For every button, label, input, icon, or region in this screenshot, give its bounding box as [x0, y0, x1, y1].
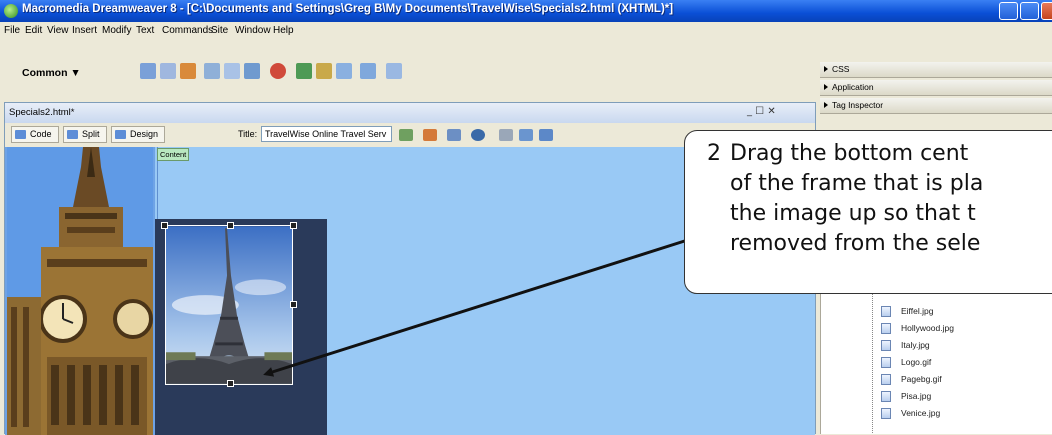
menu-modify[interactable]: Modify: [102, 25, 131, 36]
image-file-icon: [881, 374, 891, 385]
tag-chooser-icon[interactable]: [386, 63, 402, 79]
image-file-icon: [881, 340, 891, 351]
menu-bar: File Edit View Insert Modify Text Comman…: [0, 22, 1052, 40]
layer-icon[interactable]: [224, 63, 240, 79]
date-icon[interactable]: [296, 63, 312, 79]
window-title: Macromedia Dreamweaver 8 - [C:\Documents…: [22, 3, 674, 15]
expand-arrow-icon: [824, 102, 828, 108]
eiffel-tower-image[interactable]: [165, 225, 293, 385]
menu-window[interactable]: Window: [235, 25, 271, 36]
menu-edit[interactable]: Edit: [25, 25, 42, 36]
check-browser-icon[interactable]: [539, 129, 553, 141]
image-file-icon: [881, 357, 891, 368]
image-file-icon: [881, 306, 891, 317]
resize-handle-bottom-center[interactable]: [227, 380, 234, 387]
insert-bar: Common ▼: [0, 40, 820, 100]
callout-line-3: the image up so that t: [730, 201, 976, 226]
document-window-controls[interactable]: _ ☐ ✕: [747, 106, 776, 117]
title-bar: Macromedia Dreamweaver 8 - [C:\Documents…: [0, 0, 1052, 22]
templates-icon[interactable]: [360, 63, 376, 79]
callout-line-1: 2 Drag the bottom cent: [707, 139, 983, 169]
maximize-button[interactable]: [1020, 2, 1039, 20]
resize-handle-middle-right[interactable]: [290, 301, 297, 308]
callout-text: 2 Drag the bottom cent of the frame that …: [707, 139, 983, 259]
callout-line-4: removed from the sele: [730, 231, 981, 256]
panel-tag-inspector[interactable]: Tag Inspector: [820, 98, 1052, 114]
callout-line-2: of the frame that is pla: [730, 171, 984, 196]
resize-handle-top-left[interactable]: [161, 222, 168, 229]
menu-file[interactable]: File: [4, 25, 20, 36]
named-anchor-icon[interactable]: [180, 63, 196, 79]
document-tab[interactable]: Specials2.html*: [9, 107, 74, 118]
hyperlink-icon[interactable]: [140, 63, 156, 79]
close-button[interactable]: [1041, 2, 1052, 20]
split-view-button[interactable]: Split: [63, 126, 107, 143]
insert-category-dropdown[interactable]: Common ▼: [22, 67, 81, 79]
document-tab-bar: Specials2.html* _ ☐ ✕: [5, 103, 815, 123]
view-options-icon[interactable]: [471, 129, 485, 141]
split-icon: [67, 130, 78, 139]
menu-commands[interactable]: Commands: [162, 25, 213, 36]
panel-application[interactable]: Application: [820, 80, 1052, 96]
comment-icon[interactable]: [336, 63, 352, 79]
instruction-callout: 2 Drag the bottom cent of the frame that …: [684, 130, 1052, 294]
image-file-icon: [881, 391, 891, 402]
validate-markup-icon[interactable]: [519, 129, 533, 141]
page-title-input[interactable]: TravelWise Online Travel Serv: [261, 126, 392, 142]
menu-insert[interactable]: Insert: [72, 25, 97, 36]
preview-in-browser-icon[interactable]: [423, 129, 437, 141]
content-region-label: Content: [157, 148, 190, 161]
menu-text[interactable]: Text: [136, 25, 154, 36]
step-number: 2: [707, 141, 721, 166]
media-icon[interactable]: [270, 63, 286, 79]
email-link-icon[interactable]: [160, 63, 176, 79]
table-icon[interactable]: [204, 63, 220, 79]
menu-help[interactable]: Help: [273, 25, 294, 36]
visual-aids-icon[interactable]: [499, 129, 513, 141]
resize-handle-top-center[interactable]: [227, 222, 234, 229]
panel-css[interactable]: CSS: [820, 62, 1052, 78]
code-view-button[interactable]: Code: [11, 126, 59, 143]
title-label: Title:: [238, 129, 258, 139]
design-view-button[interactable]: Design: [111, 126, 165, 143]
expand-arrow-icon: [824, 66, 828, 72]
image-icon[interactable]: [244, 63, 260, 79]
image-file-icon: [881, 408, 891, 419]
resize-handle-top-right[interactable]: [290, 222, 297, 229]
minimize-button[interactable]: [999, 2, 1018, 20]
menu-site[interactable]: Site: [211, 25, 228, 36]
code-icon: [15, 130, 26, 139]
image-file-icon: [881, 323, 891, 334]
expand-arrow-icon: [824, 84, 828, 90]
big-ben-image[interactable]: [7, 147, 153, 435]
server-side-include-icon[interactable]: [316, 63, 332, 79]
design-icon: [115, 130, 126, 139]
dreamweaver-app-icon: [4, 4, 18, 18]
file-management-icon[interactable]: [399, 129, 413, 141]
refresh-design-view-icon[interactable]: [447, 129, 461, 141]
menu-view[interactable]: View: [47, 25, 69, 36]
